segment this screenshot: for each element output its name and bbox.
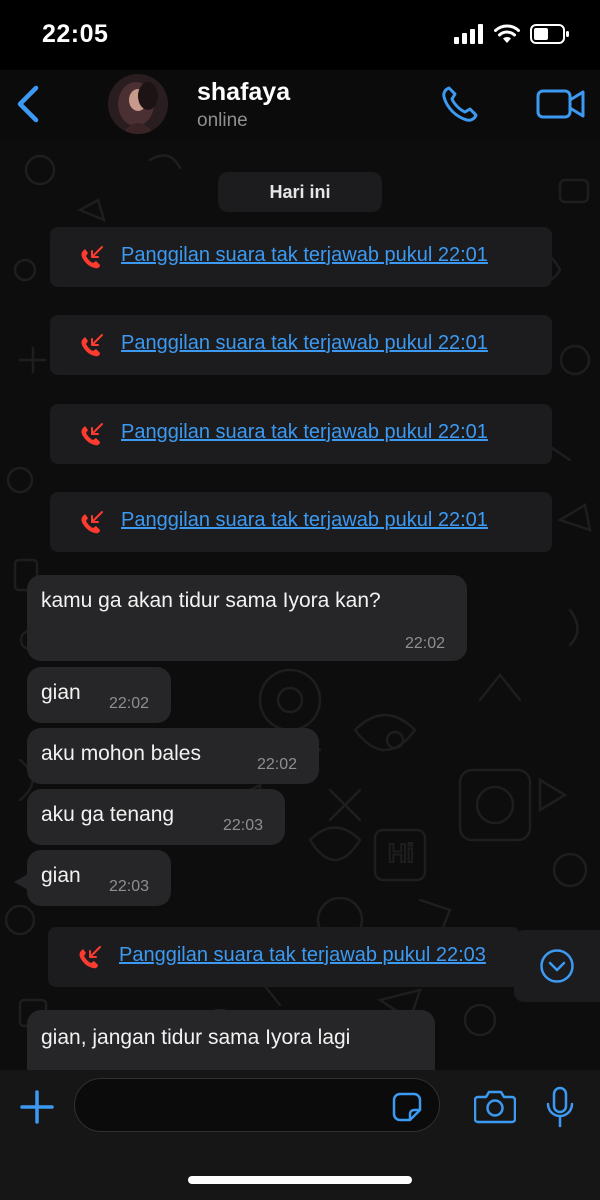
message-time: 22:02 — [109, 695, 150, 712]
home-indicator — [188, 1176, 412, 1184]
missed-call-icon — [81, 511, 103, 534]
message-text: kamu ga akan tidur sama Iyora kan? — [41, 589, 381, 612]
status-bar: 22:05 — [0, 0, 600, 70]
missed-call-notice[interactable]: Panggilan suara tak terjawab pukul 22:01 — [50, 492, 552, 552]
plus-icon[interactable] — [18, 1088, 56, 1126]
message-time: 22:03 — [109, 878, 150, 895]
message-time: 22:02 — [405, 635, 446, 652]
back-chevron-icon[interactable] — [10, 82, 50, 126]
microphone-icon[interactable] — [544, 1086, 576, 1128]
wifi-icon — [494, 24, 520, 43]
message-time: 22:03 — [223, 817, 264, 834]
avatar[interactable] — [108, 74, 168, 134]
scroll-to-bottom-button[interactable] — [514, 930, 600, 1002]
status-icons — [454, 24, 570, 44]
missed-call-icon — [81, 334, 103, 357]
message-text: gian, jangan tidur sama Iyora lagi — [41, 1026, 351, 1049]
missed-call-text[interactable]: Panggilan suara tak terjawab pukul 22:03 — [119, 944, 519, 967]
missed-call-icon — [81, 246, 103, 269]
message-bubble[interactable]: gian 22:02 — [27, 667, 171, 723]
message-text: aku ga tenang — [41, 803, 175, 826]
missed-call-text[interactable]: Panggilan suara tak terjawab pukul 22:01 — [121, 332, 488, 355]
message-composer — [0, 1070, 600, 1200]
message-bubble[interactable]: gian 22:03 — [27, 850, 171, 906]
missed-call-text[interactable]: Panggilan suara tak terjawab pukul 22:01 — [121, 509, 488, 532]
video-camera-icon[interactable] — [536, 86, 586, 122]
missed-call-text[interactable]: Panggilan suara tak terjawab pukul 22:01 — [121, 244, 488, 267]
battery-icon — [530, 24, 569, 44]
svg-text:Hi: Hi — [388, 838, 414, 868]
missed-call-notice[interactable]: Panggilan suara tak terjawab pukul 22:03 — [48, 927, 520, 987]
missed-call-icon — [79, 946, 101, 969]
contact-name[interactable]: shafaya — [197, 78, 290, 107]
message-time: 22:02 — [257, 756, 298, 773]
message-input[interactable] — [74, 1078, 440, 1132]
sticker-icon[interactable] — [392, 1092, 422, 1122]
status-time: 22:05 — [42, 20, 109, 48]
signal-icon — [454, 24, 483, 44]
missed-call-notice[interactable]: Panggilan suara tak terjawab pukul 22:01 — [50, 315, 552, 375]
presence-status: online — [197, 110, 248, 131]
bubble-tail — [14, 874, 28, 890]
date-divider: Hari ini — [218, 172, 382, 212]
missed-call-notice[interactable]: Panggilan suara tak terjawab pukul 22:01 — [50, 404, 552, 464]
chat-area[interactable]: Hi Hari ini Panggilan suara tak terjawab… — [0, 140, 600, 1070]
camera-icon[interactable] — [474, 1088, 516, 1124]
phone-icon[interactable] — [440, 84, 480, 124]
missed-call-notice[interactable]: Panggilan suara tak terjawab pukul 22:01 — [50, 227, 552, 287]
message-bubble[interactable]: kamu ga akan tidur sama Iyora kan? 22:02 — [27, 575, 467, 661]
missed-call-icon — [81, 423, 103, 446]
chevron-down-icon — [540, 949, 574, 983]
message-bubble[interactable]: aku ga tenang 22:03 — [27, 789, 285, 845]
message-text: gian — [41, 864, 81, 887]
message-bubble[interactable]: gian, jangan tidur sama Iyora lagi — [27, 1010, 435, 1070]
message-text: gian — [41, 681, 81, 704]
chat-header: shafaya online — [0, 70, 600, 140]
missed-call-text[interactable]: Panggilan suara tak terjawab pukul 22:01 — [121, 421, 488, 444]
message-text: aku mohon bales — [41, 742, 201, 765]
message-bubble[interactable]: aku mohon bales 22:02 — [27, 728, 319, 784]
